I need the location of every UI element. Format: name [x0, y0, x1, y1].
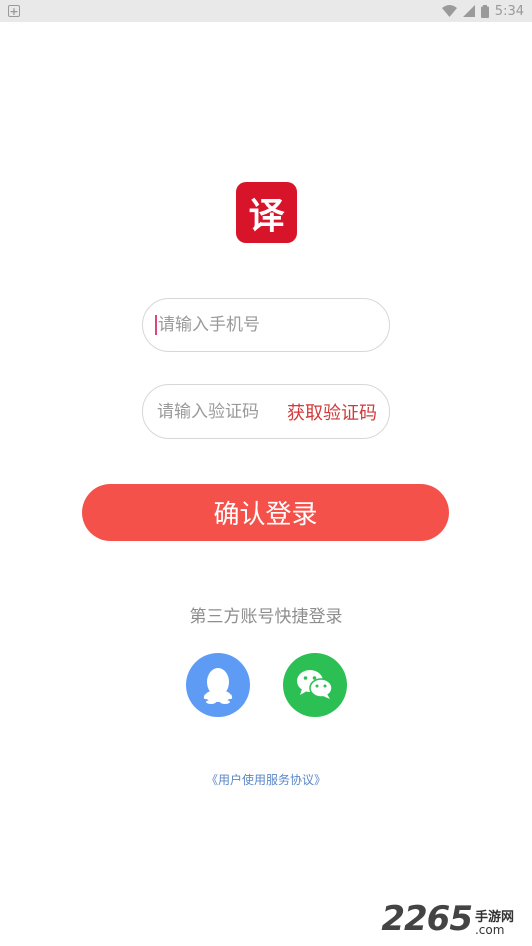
phone-field[interactable] — [142, 298, 390, 352]
watermark-domain: .com — [474, 923, 505, 937]
phone-input[interactable] — [158, 315, 377, 335]
status-time: 5:34 — [494, 3, 524, 19]
wifi-icon — [441, 5, 457, 17]
user-agreement-link[interactable]: 《用户使用服务协议》 — [0, 771, 532, 788]
third-party-login-label: 第三方账号快捷登录 — [189, 607, 343, 627]
get-code-button[interactable]: 获取验证码 — [287, 399, 377, 425]
qq-login-button[interactable] — [186, 653, 250, 717]
app-logo: 译 — [236, 182, 297, 243]
battery-icon — [480, 4, 489, 18]
code-input[interactable] — [157, 401, 287, 422]
confirm-login-button[interactable]: 确认登录 — [82, 484, 449, 541]
wechat-icon — [297, 670, 333, 699]
status-bar: + 5:34 — [0, 0, 532, 22]
code-field[interactable]: 获取验证码 — [142, 384, 390, 439]
wechat-login-button[interactable] — [283, 653, 347, 717]
text-caret — [155, 315, 157, 335]
notification-icon: + — [8, 4, 20, 18]
qq-icon — [203, 668, 233, 704]
watermark: 2265 手游网 .com — [381, 902, 514, 936]
signal-icon — [462, 5, 475, 17]
watermark-number: 2265 — [381, 899, 473, 939]
